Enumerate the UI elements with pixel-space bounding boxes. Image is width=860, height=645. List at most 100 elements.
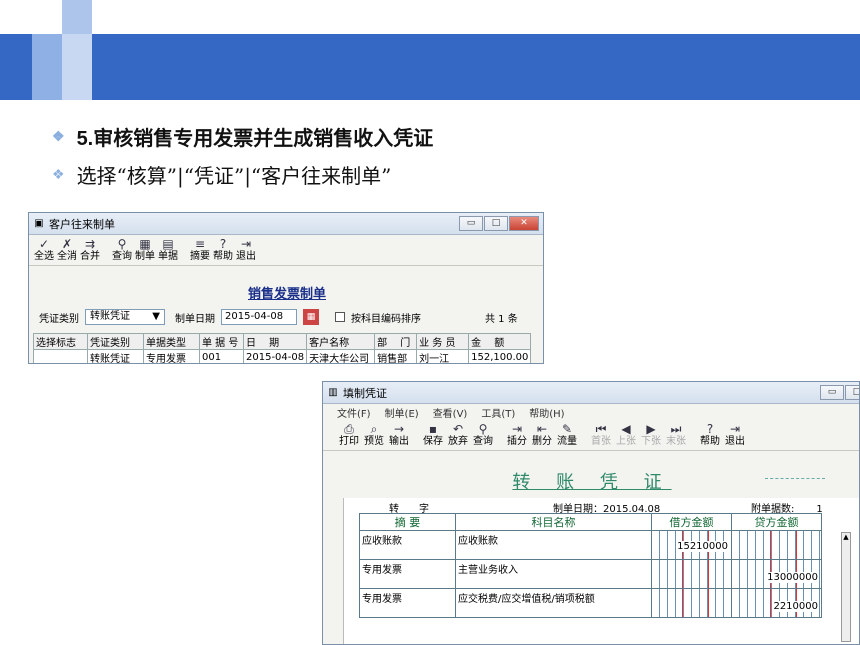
print-button[interactable]: ⎙ 打印 xyxy=(337,422,361,448)
column-header[interactable]: 日 期 xyxy=(242,333,308,350)
exit-icon: ⇥ xyxy=(729,422,741,436)
account-cell[interactable]: 主营业务收入 xyxy=(455,559,652,589)
document-button[interactable]: ▤ 单据 xyxy=(157,237,179,263)
save-icon: ▪ xyxy=(428,422,438,436)
merge-icon: ⇉ xyxy=(84,237,96,251)
table-cell: 转账凭证 xyxy=(87,349,144,363)
close-button[interactable]: ✕ xyxy=(509,216,539,231)
menu-item[interactable]: 工具(T) xyxy=(481,405,515,420)
column-header[interactable]: 客户名称 xyxy=(306,333,376,350)
insert-entry-button[interactable]: ⇥ 插分 xyxy=(505,422,529,448)
calendar-icon[interactable]: ▦ xyxy=(303,309,319,325)
credit-amount: 2210000 xyxy=(772,601,819,612)
column-header[interactable]: 业 务 员 xyxy=(416,333,470,350)
column-header[interactable]: 单据类型 xyxy=(143,333,200,350)
step-text: 审核销售专用发票并生成销售收入凭证 xyxy=(93,126,434,150)
menu-item[interactable]: 帮助(H) xyxy=(529,405,564,420)
account-cell[interactable]: 应交税费/应交增值税/销项税额 xyxy=(455,588,652,618)
summary-cell[interactable]: 应收账款 xyxy=(359,530,456,560)
toolbar: ⎙ 打印 ⌕ 预览 → 输出 ▪ 保存 ↶ 放弃 ⚲ 查询 ⇥ 插分 ⇤ 删分 ✎ 流量 ⏮ 首张 … xyxy=(323,420,859,451)
save-button[interactable]: ▪ 保存 xyxy=(421,422,445,448)
column-header[interactable]: 部 门 xyxy=(374,333,418,350)
first-page-icon: ⏮ xyxy=(595,422,607,436)
query-button[interactable]: ⚲ 查询 xyxy=(471,422,495,448)
step-number: 5. xyxy=(76,128,94,150)
voucher-entry-row[interactable]: 应收账款 应收账款 15210000 xyxy=(359,530,822,560)
table-cell: 152,100.00 xyxy=(468,349,532,363)
help-button[interactable]: ? 帮助 xyxy=(212,237,234,263)
credit-amount: 13000000 xyxy=(766,572,819,583)
export-button[interactable]: → 输出 xyxy=(387,422,411,448)
window-titlebar: ▣ 客户往来制单 ▭ □ ✕ xyxy=(29,213,543,235)
column-header: 贷方金额 xyxy=(731,513,822,531)
select-all-button[interactable]: ✓ 全选 xyxy=(33,237,55,263)
prev-page-button[interactable]: ◀ 上张 xyxy=(614,422,638,448)
make-voucher-button[interactable]: ▦ 制单 xyxy=(134,237,156,263)
insert-row-icon: ⇥ xyxy=(511,422,523,436)
merge-button[interactable]: ⇉ 合并 xyxy=(79,237,101,263)
date-input[interactable]: 2015-04-08 xyxy=(221,309,297,325)
help-button[interactable]: ? 帮助 xyxy=(698,422,722,448)
exit-button[interactable]: ⇥ 退出 xyxy=(235,237,257,263)
summary-cell[interactable]: 专用发票 xyxy=(359,588,456,618)
bullet-step: ❖ 5.审核销售专用发票并生成销售收入凭证 xyxy=(52,122,433,151)
menu-item[interactable]: 查看(V) xyxy=(433,405,468,420)
maximize-button[interactable]: □ xyxy=(845,385,859,400)
voucher-type-select[interactable]: 转账凭证 ▼ xyxy=(85,309,165,325)
account-cell[interactable]: 应收账款 xyxy=(455,530,652,560)
delete-entry-button[interactable]: ⇤ 删分 xyxy=(530,422,554,448)
minimize-button[interactable]: ▭ xyxy=(820,385,844,400)
first-page-button[interactable]: ⏮ 首张 xyxy=(589,422,613,448)
credit-amount-cell[interactable] xyxy=(731,530,822,560)
column-header[interactable]: 单 据 号 xyxy=(199,333,244,350)
window-title: 客户往来制单 xyxy=(49,217,115,231)
menu-item[interactable]: 制单(E) xyxy=(385,405,419,420)
check-icon: ✓ xyxy=(38,237,50,251)
debit-amount-cell[interactable] xyxy=(651,559,732,589)
column-header[interactable]: 金 额 xyxy=(468,333,532,350)
table-row[interactable]: 转账凭证 专用发票 001 2015-04-08 天津大华公司 销售部 刘一江 152,100… xyxy=(33,349,532,363)
scroll-up-icon[interactable]: ▲ xyxy=(842,533,850,541)
last-page-button[interactable]: ⏭ 末张 xyxy=(664,422,688,448)
exit-button[interactable]: ⇥ 退出 xyxy=(723,422,747,448)
column-header[interactable]: 凭证类别 xyxy=(87,333,144,350)
summary-button[interactable]: ≡ 摘要 xyxy=(189,237,211,263)
vertical-scrollbar[interactable]: ▲ xyxy=(841,532,851,642)
next-page-button[interactable]: ▶ 下张 xyxy=(639,422,663,448)
table-cell: 专用发票 xyxy=(143,349,200,363)
cash-flow-button[interactable]: ✎ 流量 xyxy=(555,422,579,448)
app-icon: ▣ xyxy=(34,217,44,229)
discard-button[interactable]: ↶ 放弃 xyxy=(446,422,470,448)
voucher-entry-row[interactable]: 专用发票 主营业务收入 13000000 xyxy=(359,559,822,589)
query-button[interactable]: ⚲ 查询 xyxy=(111,237,133,263)
credit-amount-cell[interactable]: 13000000 xyxy=(731,559,822,589)
voucher-entries-table: 摘 要科目名称 借方金额 贷方金额 应收账款 应收账款 15210000 专用发票 主营业务… xyxy=(359,513,822,618)
voucher-type-label: 凭证类别 xyxy=(39,313,79,325)
debit-amount-cell[interactable] xyxy=(651,588,732,618)
date-label: 制单日期 xyxy=(175,313,215,325)
last-page-icon: ⏭ xyxy=(670,422,682,436)
undo-icon: ↶ xyxy=(452,422,464,436)
column-header[interactable]: 选择标志 xyxy=(33,333,88,350)
record-count: 共 1 条 xyxy=(485,313,518,325)
chevron-down-icon: ▼ xyxy=(152,311,160,322)
summary-cell[interactable]: 专用发票 xyxy=(359,559,456,589)
column-header: 借方金额 xyxy=(651,513,732,531)
credit-amount-cell[interactable]: 2210000 xyxy=(731,588,822,618)
maximize-button[interactable]: □ xyxy=(484,216,508,231)
preview-button[interactable]: ⌕ 预览 xyxy=(362,422,386,448)
app-icon: ▥ xyxy=(328,386,338,398)
cross-icon: ✗ xyxy=(61,237,73,251)
menu-bar: 文件(F) 制单(E) 查看(V) 工具(T) 帮助(H) xyxy=(323,404,859,420)
sort-checkbox[interactable] xyxy=(335,312,345,322)
voucher-entry-row[interactable]: 专用发票 应交税费/应交增值税/销项税额 2210000 xyxy=(359,588,822,618)
voucher-icon: ▦ xyxy=(139,237,151,251)
menu-item[interactable]: 文件(F) xyxy=(337,405,371,420)
diamond-bullet-icon: ❖ xyxy=(52,166,65,183)
debit-amount-cell[interactable]: 15210000 xyxy=(651,530,732,560)
minimize-button[interactable]: ▭ xyxy=(459,216,483,231)
delete-row-icon: ⇤ xyxy=(536,422,548,436)
deco-block xyxy=(0,0,62,34)
clear-all-button[interactable]: ✗ 全消 xyxy=(56,237,78,263)
export-icon: → xyxy=(393,422,405,436)
